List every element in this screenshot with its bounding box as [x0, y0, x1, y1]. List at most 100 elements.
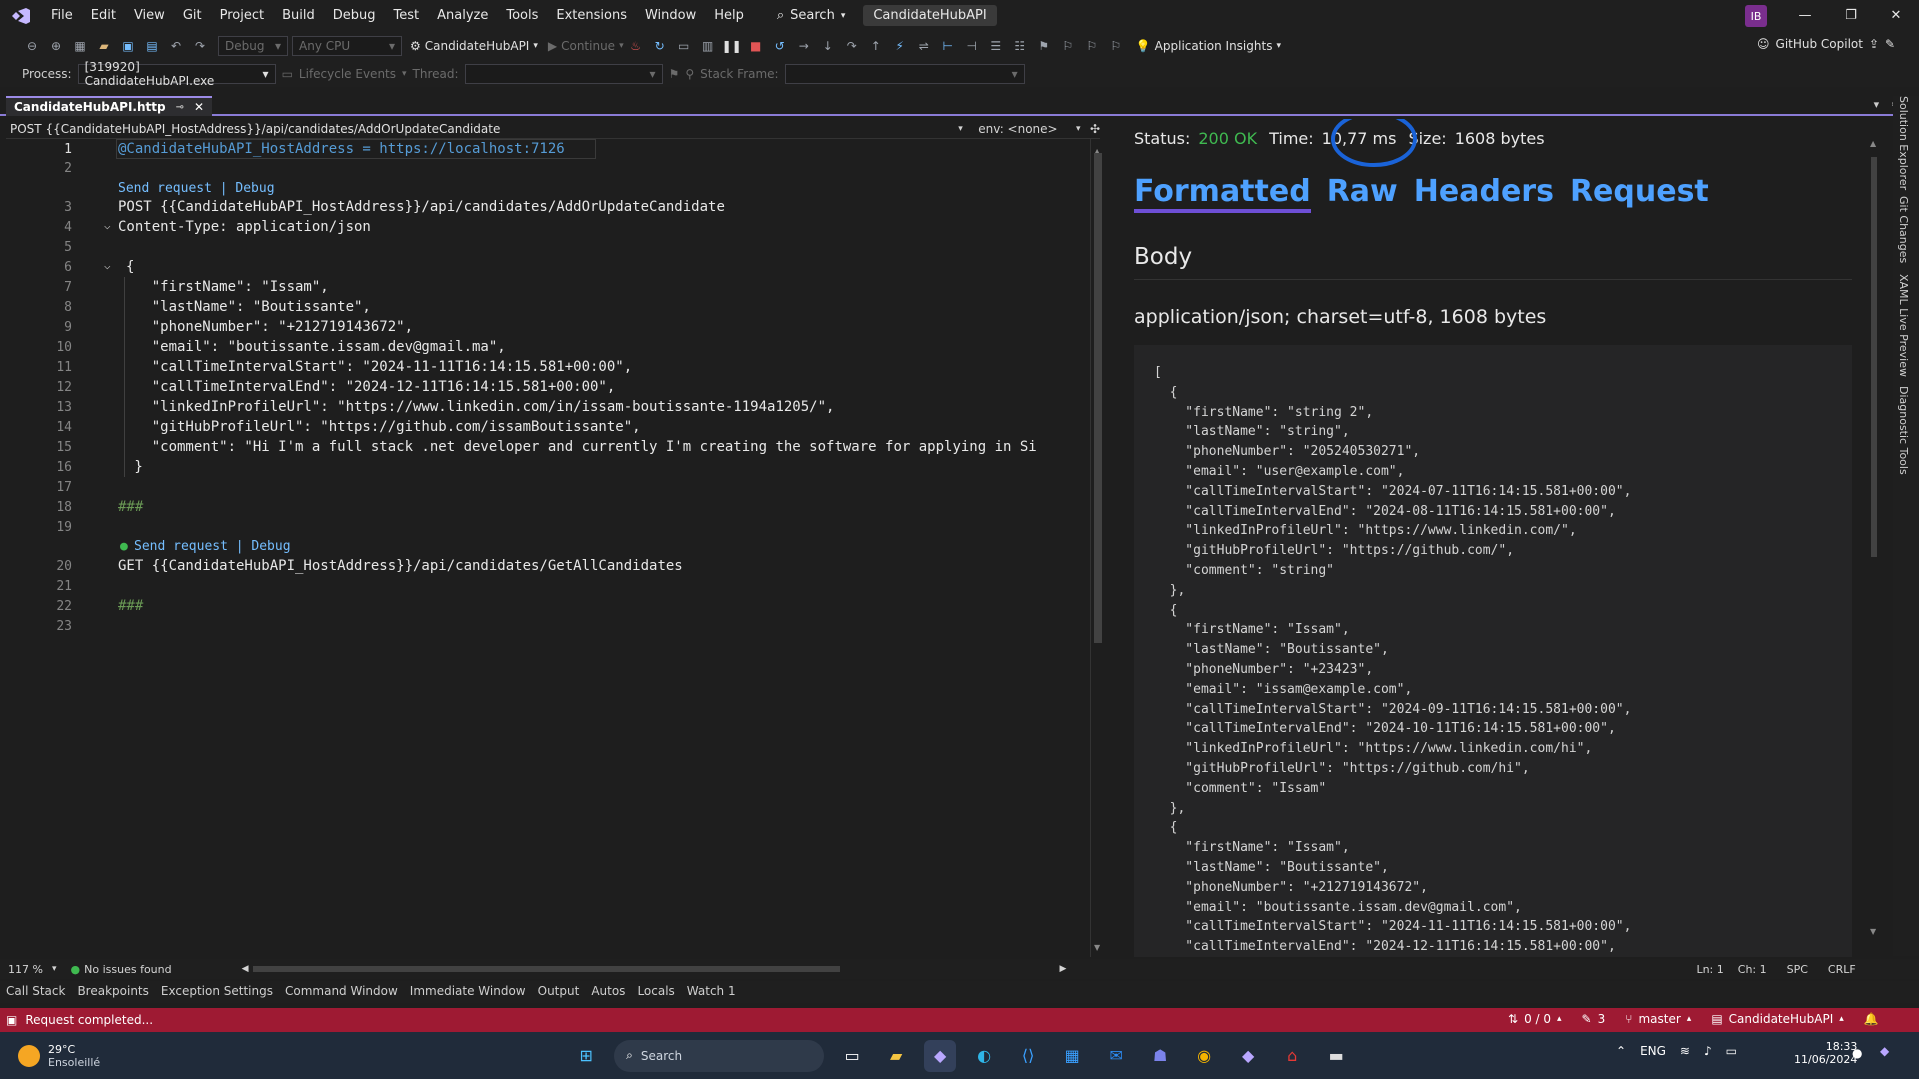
menu-window[interactable]: Window: [636, 0, 705, 31]
json-body[interactable]: [ { "firstName": "string 2", "lastName":…: [1134, 345, 1852, 957]
horizontal-scrollbar[interactable]: [252, 966, 840, 972]
tab-locals[interactable]: Locals: [631, 984, 680, 1000]
pin-icon[interactable]: ⊸: [176, 102, 184, 113]
layout-icon[interactable]: ▥: [698, 35, 718, 57]
visual-studio-preview-icon[interactable]: ◆: [1232, 1040, 1264, 1072]
response-vertical-scrollbar[interactable]: ▲ ▼: [1868, 139, 1880, 939]
close-icon[interactable]: ✕: [194, 100, 204, 114]
step-out-icon[interactable]: ↑: [866, 35, 886, 57]
save-icon[interactable]: ▣: [118, 35, 138, 57]
bookmark-prev-icon[interactable]: ⚐: [1058, 35, 1078, 57]
tab-autos[interactable]: Autos: [585, 984, 631, 1000]
maximize-button[interactable]: ❐: [1828, 0, 1874, 31]
menu-edit[interactable]: Edit: [82, 0, 125, 31]
stack-frame-dropdown[interactable]: ▾: [784, 64, 1025, 84]
tab-raw[interactable]: Raw: [1327, 174, 1398, 213]
git-changes-tab[interactable]: Git Changes: [1897, 196, 1910, 263]
line-indicator[interactable]: Ln: 1: [1696, 963, 1723, 976]
scrollbar-thumb[interactable]: [1871, 157, 1877, 557]
visual-studio-icon[interactable]: ◆: [924, 1039, 957, 1072]
redo-icon[interactable]: ↷: [190, 35, 210, 57]
scrollbar-thumb[interactable]: [1094, 153, 1102, 643]
menu-extensions[interactable]: Extensions: [547, 0, 636, 31]
tray-chevron-icon[interactable]: ⌃: [1616, 1044, 1626, 1058]
solution-explorer-tab[interactable]: Solution Explorer: [1897, 96, 1910, 190]
visual-studio-logo-icon[interactable]: [0, 0, 42, 31]
outlook-icon[interactable]: ✉: [1100, 1040, 1132, 1072]
pending-changes-count[interactable]: 3: [1598, 1012, 1606, 1026]
language-indicator[interactable]: ENG: [1640, 1044, 1666, 1058]
notification-icon[interactable]: ●: [1852, 1046, 1862, 1060]
save-all-icon[interactable]: ▤: [142, 35, 162, 57]
step-into-icon[interactable]: ↓: [818, 35, 838, 57]
tab-list-dropdown-icon[interactable]: ▾: [1874, 98, 1880, 111]
menu-tools[interactable]: Tools: [497, 0, 547, 31]
issues-indicator[interactable]: No issues found: [84, 963, 171, 976]
line-ending-indicator[interactable]: CRLF: [1828, 963, 1856, 976]
task-view-icon[interactable]: ▭: [836, 1040, 868, 1072]
refresh-icon[interactable]: ↻: [650, 35, 670, 57]
menu-build[interactable]: Build: [273, 0, 324, 31]
tab-command-window[interactable]: Command Window: [279, 984, 404, 1000]
tab-headers[interactable]: Headers: [1414, 174, 1554, 213]
align-left-icon[interactable]: ⊢: [938, 35, 958, 57]
back-icon[interactable]: ⊖: [22, 35, 42, 57]
open-folder-icon[interactable]: ▰: [94, 35, 114, 57]
tab-request[interactable]: Request: [1570, 174, 1709, 213]
align-right-icon[interactable]: ⊣: [962, 35, 982, 57]
scroll-left-icon[interactable]: ◀: [242, 964, 249, 974]
hot-reload-icon[interactable]: ♨: [626, 35, 646, 57]
chrome-icon[interactable]: ◉: [1188, 1040, 1220, 1072]
collapse-chevron-icon[interactable]: ⌵: [104, 219, 111, 232]
continue-button[interactable]: ▶ Continue ▾: [548, 39, 624, 53]
acrobat-icon[interactable]: ⌂: [1276, 1040, 1308, 1072]
split-editor-icon[interactable]: ✣: [1090, 122, 1100, 136]
search-button[interactable]: ⌕ Search ▾: [767, 4, 855, 28]
stop-icon[interactable]: ■: [746, 35, 766, 57]
column-indicator[interactable]: Ch: 1: [1738, 963, 1767, 976]
whitespace-indicator[interactable]: SPC: [1787, 963, 1808, 976]
hot-path-icon[interactable]: ⚡: [890, 35, 910, 57]
teams-icon[interactable]: ☗: [1144, 1040, 1176, 1072]
show-next-statement-icon[interactable]: →: [794, 35, 814, 57]
scroll-right-icon[interactable]: ▶: [1060, 964, 1067, 974]
menu-test[interactable]: Test: [385, 0, 429, 31]
vscode-icon[interactable]: ⟨⟩: [1012, 1040, 1044, 1072]
menu-help[interactable]: Help: [705, 0, 753, 31]
thread-dropdown[interactable]: ▾: [464, 64, 663, 84]
store-icon[interactable]: ▦: [1056, 1040, 1088, 1072]
volume-icon[interactable]: ♪: [1704, 1044, 1712, 1058]
branch-name[interactable]: master: [1638, 1012, 1680, 1026]
menu-git[interactable]: Git: [174, 0, 211, 31]
outdent-icon[interactable]: ☷: [1010, 35, 1030, 57]
copilot-taskbar-icon[interactable]: ◆: [1880, 1044, 1889, 1058]
tab-watch-1[interactable]: Watch 1: [681, 984, 742, 1000]
step-over-icon[interactable]: ↷: [842, 35, 862, 57]
pause-icon[interactable]: ❚❚: [722, 35, 742, 57]
indent-icon[interactable]: ☰: [986, 35, 1006, 57]
menu-project[interactable]: Project: [211, 0, 273, 31]
xaml-live-preview-tab[interactable]: XAML Live Preview: [1897, 274, 1910, 377]
github-copilot-button[interactable]: ☺ GitHub Copilot ⇪ ✎: [1757, 37, 1895, 51]
application-insights-dropdown[interactable]: 💡 Application Insights ▾: [1136, 39, 1281, 53]
restart-icon[interactable]: ↺: [770, 35, 790, 57]
avatar[interactable]: IB: [1745, 5, 1767, 27]
codelens-get[interactable]: ● Send request | Debug: [6, 536, 1090, 556]
zoom-level[interactable]: 117 %: [0, 963, 52, 976]
bookmark-next-icon[interactable]: ⚐: [1082, 35, 1102, 57]
weather-widget[interactable]: 29°C Ensoleillé: [18, 1043, 100, 1069]
clock[interactable]: 18:33 11/06/2024: [1794, 1040, 1857, 1066]
bookmark-clear-icon[interactable]: ⚐: [1106, 35, 1126, 57]
new-project-icon[interactable]: ▦: [70, 35, 90, 57]
browser-link-icon[interactable]: ▭: [674, 35, 694, 57]
minimize-button[interactable]: —: [1782, 0, 1828, 31]
notifications-bell-icon[interactable]: 🔔: [1864, 1012, 1879, 1026]
menu-view[interactable]: View: [125, 0, 174, 31]
tab-candidatehubapi-http[interactable]: CandidateHubAPI.http ⊸ ✕: [6, 96, 213, 116]
flag-icon[interactable]: ⚑: [669, 67, 680, 81]
terminal-icon[interactable]: ▬: [1320, 1040, 1352, 1072]
lifecycle-events-button[interactable]: Lifecycle Events: [299, 67, 396, 81]
edge-icon[interactable]: ◐: [968, 1040, 1000, 1072]
code-editor[interactable]: 1 @CandidateHubAPI_HostAddress = https://…: [6, 139, 1090, 957]
send-request-codelens[interactable]: Send request | Debug: [118, 181, 275, 196]
